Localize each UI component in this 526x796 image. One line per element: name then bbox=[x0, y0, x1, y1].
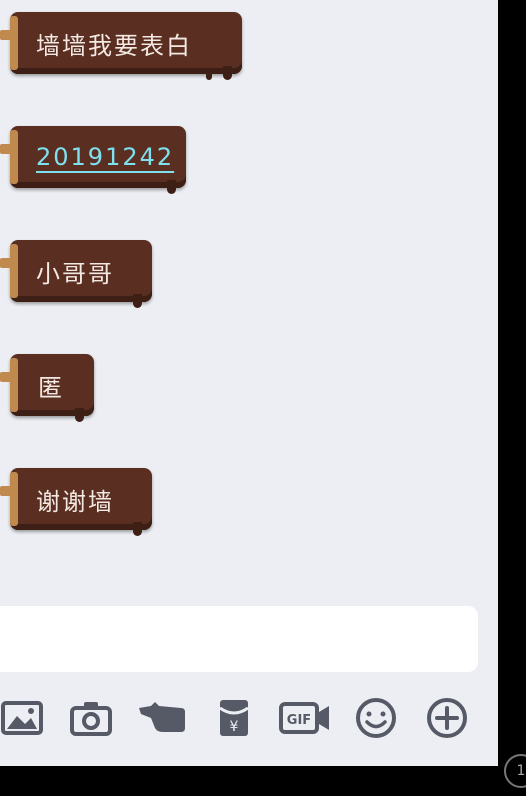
message-text: 匿 bbox=[38, 373, 64, 402]
image-icon bbox=[1, 701, 43, 735]
camera-button[interactable] bbox=[69, 696, 113, 740]
more-button[interactable] bbox=[425, 696, 469, 740]
gif-icon: GIF bbox=[279, 702, 329, 734]
red-packet-button[interactable]: ¥ bbox=[212, 696, 256, 740]
gif-button[interactable]: GIF bbox=[278, 696, 332, 740]
image-button[interactable] bbox=[0, 696, 44, 740]
message-bubble[interactable]: 20191242 bbox=[0, 126, 186, 194]
camera-icon bbox=[70, 702, 112, 736]
message-text: 墙墙我要表白 bbox=[36, 31, 192, 60]
message-bubble[interactable]: 匿 bbox=[0, 354, 94, 422]
message-bubble[interactable]: 谢谢墙 bbox=[0, 468, 152, 536]
emoji-icon bbox=[356, 698, 396, 738]
message-text: 谢谢墙 bbox=[36, 487, 114, 516]
poke-button[interactable] bbox=[136, 696, 190, 740]
poke-hand-icon bbox=[139, 702, 185, 732]
svg-text:¥: ¥ bbox=[230, 719, 239, 735]
input-toolbar: ¥ GIF bbox=[0, 696, 498, 746]
svg-text:GIF: GIF bbox=[287, 713, 311, 728]
red-packet-icon: ¥ bbox=[219, 700, 249, 736]
message-link-text[interactable]: 20191242 bbox=[36, 143, 174, 171]
message-input[interactable] bbox=[0, 606, 478, 672]
plus-icon bbox=[427, 698, 467, 738]
message-text: 小哥哥 bbox=[36, 259, 114, 288]
chat-screen: 墙墙我要表白 20191242 小哥哥 匿 谢谢墙 ¥ GIF bbox=[0, 0, 498, 766]
message-bubble[interactable]: 小哥哥 bbox=[0, 240, 152, 308]
message-bubble[interactable]: 墙墙我要表白 bbox=[0, 12, 242, 80]
corner-badge: 1 bbox=[504, 754, 526, 788]
emoji-button[interactable] bbox=[354, 696, 398, 740]
